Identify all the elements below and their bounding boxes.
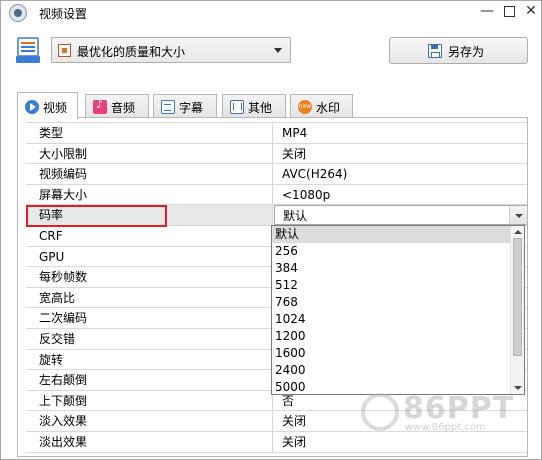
property-value: 关闭 xyxy=(282,146,307,161)
video-icon xyxy=(25,100,39,114)
property-value: AVC(H264) xyxy=(282,167,348,182)
bitrate-highlight-box xyxy=(26,205,167,227)
tab-other[interactable]: 其他 xyxy=(222,94,286,118)
property-name: 二次编码 xyxy=(26,308,273,328)
other-icon xyxy=(230,100,244,114)
app-icon xyxy=(9,4,27,22)
property-name: 上下颠倒 xyxy=(26,390,273,411)
property-name: 淡出效果 xyxy=(26,431,273,452)
tab-label: 水印 xyxy=(316,101,341,115)
property-name: 淡入效果 xyxy=(26,411,273,431)
property-name: 左右颠倒 xyxy=(26,370,273,390)
site-watermark: 86PPT www.86ppt.com xyxy=(361,389,531,439)
dropdown-option[interactable]: 384 xyxy=(272,260,524,277)
dropdown-option[interactable]: 默认 xyxy=(272,226,524,243)
dropdown-option[interactable]: 768 xyxy=(272,294,524,311)
chevron-down-icon[interactable] xyxy=(509,206,527,224)
maximize-icon xyxy=(503,6,515,17)
tab-watermark[interactable]: 水印 xyxy=(290,94,353,118)
table-row[interactable]: 类型 MP4 xyxy=(26,123,527,144)
property-name: 反交错 xyxy=(26,328,273,349)
watermark-logo xyxy=(361,393,399,431)
dropdown-option[interactable]: 1024 xyxy=(272,311,524,328)
watermark-icon xyxy=(298,100,312,114)
property-name: CRF xyxy=(26,225,273,246)
save-icon xyxy=(428,44,442,58)
tab-label: 字幕 xyxy=(179,101,204,115)
dropdown-option[interactable]: 512 xyxy=(272,277,524,294)
property-name: 类型 xyxy=(26,123,273,143)
minimize-button[interactable]: — xyxy=(476,1,498,23)
preset-value: 最优化的质量和大小 xyxy=(77,45,186,59)
subtitle-icon xyxy=(161,100,175,114)
property-value: MP4 xyxy=(282,126,308,140)
property-name: 宽高比 xyxy=(26,287,273,308)
bitrate-combobox[interactable]: 默认 xyxy=(274,205,527,225)
property-name: 屏幕大小 xyxy=(26,184,273,205)
table-row[interactable]: 屏幕大小 <1080p xyxy=(26,184,527,206)
property-value: <1080p xyxy=(282,187,331,202)
dropdown-option[interactable]: 256 xyxy=(272,243,524,260)
preset-list-icon xyxy=(16,37,40,63)
table-row[interactable]: 视频编码 AVC(H264) xyxy=(26,164,527,185)
dropdown-option[interactable]: 1600 xyxy=(272,345,524,362)
property-name: 旋转 xyxy=(26,349,273,370)
dropdown-option[interactable]: 2400 xyxy=(272,362,524,379)
bitrate-dropdown-list[interactable]: 默认 256 384 512 768 1024 1200 1600 2400 5… xyxy=(271,225,525,395)
window-title: 视频设置 xyxy=(39,7,88,21)
table-row[interactable]: 大小限制 关闭 xyxy=(26,143,527,165)
maximize-button[interactable] xyxy=(498,1,520,23)
dropdown-option[interactable]: 1200 xyxy=(272,328,524,345)
scroll-up-icon[interactable] xyxy=(514,230,522,234)
save-as-label: 另存为 xyxy=(448,45,485,59)
video-settings-window: 视频设置 — ✕ 最优化的质量和大小 另存为 视频 音频 字幕 xyxy=(0,0,542,460)
title-bar: 视频设置 — ✕ xyxy=(1,1,541,25)
watermark-url: www.86ppt.com xyxy=(405,422,486,433)
tab-label: 其他 xyxy=(248,101,273,115)
tab-label: 视频 xyxy=(43,101,68,115)
watermark-brand: 86PPT xyxy=(403,391,515,426)
property-name: GPU xyxy=(26,246,273,267)
dropdown-scrollbar[interactable] xyxy=(510,226,524,394)
tab-label: 音频 xyxy=(111,101,136,115)
tab-subtitles[interactable]: 字幕 xyxy=(153,94,217,118)
audio-icon xyxy=(93,98,107,114)
scrollbar-thumb[interactable] xyxy=(513,238,522,356)
film-icon xyxy=(58,44,71,57)
tab-video[interactable]: 视频 xyxy=(17,92,78,119)
preset-dropdown[interactable]: 最优化的质量和大小 xyxy=(51,37,291,63)
property-name: 视频编码 xyxy=(26,164,273,184)
bitrate-value: 默认 xyxy=(283,209,308,224)
property-name: 每秒帧数 xyxy=(26,267,273,287)
property-name: 大小限制 xyxy=(26,143,273,164)
chevron-down-icon xyxy=(274,48,282,53)
close-button[interactable]: ✕ xyxy=(520,1,541,23)
tab-audio[interactable]: 音频 xyxy=(85,94,149,118)
save-as-button[interactable]: 另存为 xyxy=(389,37,528,64)
